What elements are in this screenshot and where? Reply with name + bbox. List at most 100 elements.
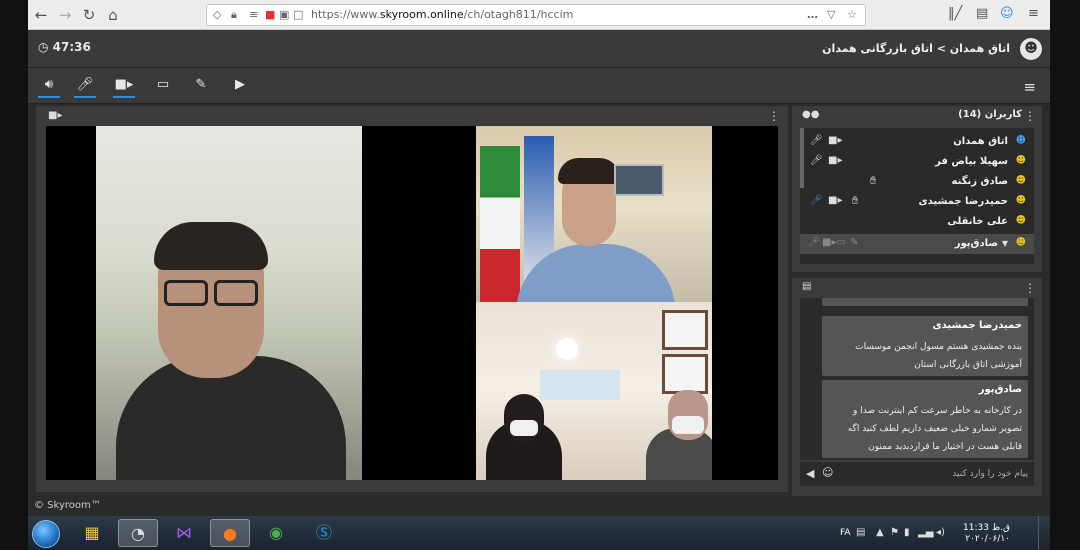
file-explorer-icon[interactable]: ▦	[72, 519, 112, 547]
whiteboard-icon[interactable]: ✎	[190, 76, 212, 98]
glasses-left	[164, 280, 208, 306]
star-icon[interactable]: ☆	[847, 8, 857, 21]
language-indicator[interactable]: FA	[840, 528, 851, 538]
kebab-menu-icon[interactable]: ⋮	[768, 109, 780, 123]
show-desktop-button[interactable]	[1038, 516, 1050, 550]
camera-icon[interactable]: ■▸	[822, 237, 836, 248]
speaker-icon[interactable]: 🔊︎	[38, 76, 60, 98]
volume-icon[interactable]: ◂)	[936, 527, 945, 538]
chat-message-input[interactable]	[836, 465, 1028, 483]
microphone-icon[interactable]: 🎤︎	[808, 237, 821, 248]
back-icon[interactable]: ←	[32, 6, 50, 24]
screen-share-icon[interactable]: ▭	[836, 237, 845, 248]
app-footer: © Skyroom™	[28, 496, 1050, 516]
user-row[interactable]: ☻ صادق زنگنه ✋︎	[800, 172, 1034, 192]
chevron-down-icon[interactable]: ▼	[1002, 239, 1008, 248]
kebab-menu-icon[interactable]: ⋮	[1024, 109, 1036, 123]
wall-certificate	[662, 310, 708, 350]
user-icon: ☻	[1015, 175, 1026, 186]
windows-taskbar: ▦ ◔ ⋈ ● ◉ Ⓢ FA ▤ ▲ ⚑ ▮ ▂▄ ◂) 11:33 ق.ظ ۲…	[28, 516, 1050, 550]
user-name: سهیلا بیاض فر	[935, 156, 1008, 167]
chrome-icon[interactable]: ◉	[256, 519, 296, 547]
camera-icon[interactable]: ■▸	[828, 195, 842, 206]
wall-picture	[614, 164, 664, 196]
account-icon[interactable]: ☺	[1000, 6, 1014, 21]
user-avatar-icon[interactable]: ☻	[1020, 38, 1042, 60]
message-text: در کارخانه به خاطر سرعت کم اینترنت صدا و…	[847, 406, 1022, 452]
lamp	[556, 338, 578, 360]
raised-hand-icon[interactable]: ✋︎	[870, 174, 876, 188]
hamburger-menu-icon[interactable]: ≡	[1023, 78, 1036, 96]
video-camera-icon: ■▸	[48, 110, 63, 121]
user-row[interactable]: ☻ علی خانقلی	[800, 212, 1034, 232]
skype-icon[interactable]: Ⓢ	[304, 519, 344, 547]
kebab-menu-icon[interactable]: ⋮	[1024, 281, 1036, 295]
start-button[interactable]	[32, 520, 60, 548]
home-icon[interactable]: ⌂	[104, 6, 122, 24]
clock-date[interactable]: ۲۰۲۰/۰۶/۱۰	[965, 534, 1010, 544]
library-icon[interactable]: ‖╱	[948, 6, 962, 21]
battery-icon[interactable]: ▮	[904, 527, 910, 538]
camera-icon[interactable]: ■▸	[113, 76, 135, 98]
reload-icon[interactable]: ↻	[80, 6, 98, 24]
flag-icon[interactable]: ⚑	[890, 527, 899, 538]
microphone-icon[interactable]: 🎤︎	[810, 155, 823, 166]
pocket-icon[interactable]: ▽	[827, 8, 835, 21]
shield-icon: ◇	[213, 8, 222, 21]
face-mask	[510, 420, 538, 436]
address-bar[interactable]: ◇ 🔒︎ ≡ ■ ▣ □ https://www.skyroom.online/…	[206, 4, 866, 26]
video-tile[interactable]	[476, 302, 712, 480]
glasses-right	[214, 280, 258, 306]
person-hair	[558, 158, 620, 184]
whiteboard-icon[interactable]: ✎	[850, 237, 858, 248]
more-icon[interactable]: …	[807, 8, 818, 21]
chat-message: حمیدرضا جمشیدی بنده جمشیدی هستم مسول انج…	[822, 316, 1028, 376]
user-name: صادق زنگنه	[951, 176, 1008, 187]
emoji-icon[interactable]: ☺	[822, 466, 833, 479]
user-icon: ☻	[1015, 215, 1026, 226]
media-player-icon[interactable]: ◔	[118, 519, 158, 547]
microphone-active-icon[interactable]: 🎤︎	[810, 195, 823, 206]
user-name: صادق‌پور	[954, 238, 998, 249]
video-stage	[46, 126, 778, 480]
send-icon[interactable]: ◀	[806, 467, 814, 480]
sidebar-icon[interactable]: ▤	[976, 6, 988, 21]
breadcrumb: اتاق همدان > اتاق بازرگانی همدان	[822, 42, 1010, 55]
camera-icon[interactable]: ■▸	[828, 155, 842, 166]
screen-sharing-icon[interactable]: ▣	[279, 8, 289, 21]
user-name: حمیدرضا جمشیدی	[918, 196, 1008, 207]
message-author: حمیدرضا جمشیدی	[932, 320, 1022, 331]
clock-time[interactable]: 11:33 ق.ظ	[963, 523, 1010, 533]
screen-share-icon[interactable]: ▭	[152, 76, 174, 98]
visual-studio-icon[interactable]: ⋈	[164, 519, 204, 547]
user-row[interactable]: ☻ اتاق همدان 🎤︎ ■▸	[800, 132, 1034, 152]
microphone-icon[interactable]: 🎤︎	[810, 135, 823, 146]
camera-sharing-icon[interactable]: ■	[265, 8, 275, 21]
camera-icon[interactable]: ■▸	[828, 135, 842, 146]
lock-icon: 🔒︎	[231, 8, 237, 21]
user-row[interactable]: ☻ سهیلا بیاض فر 🎤︎ ■▸	[800, 152, 1034, 172]
permissions-icon[interactable]: ≡	[249, 8, 258, 21]
video-tile[interactable]	[476, 126, 712, 302]
user-row-selected[interactable]: ☻ صادق‌پور ▼ 🎤︎ ■▸ ▭ ✎	[800, 234, 1034, 254]
microphone-icon[interactable]: 🎤︎	[74, 76, 96, 98]
show-hidden-icons[interactable]: ▲	[876, 527, 884, 538]
user-icon: ☻	[1015, 155, 1026, 166]
video-panel: ■▸ ⋮	[36, 106, 788, 492]
face-mask	[672, 416, 704, 434]
user-icon: ☻	[1015, 237, 1026, 248]
signal-icon[interactable]: ▂▄	[918, 527, 933, 538]
raised-hand-icon[interactable]: ✋︎	[852, 194, 858, 208]
notification-icon[interactable]: □	[293, 8, 303, 21]
wall-certificate	[662, 354, 708, 394]
forward-icon[interactable]: →	[56, 6, 74, 24]
wall-poster	[540, 370, 620, 400]
media-icon[interactable]: ▶	[229, 76, 251, 98]
keyboard-icon[interactable]: ▤	[856, 527, 865, 538]
user-row[interactable]: ☻ حمیدرضا جمشیدی 🎤︎ ■▸ ✋︎	[800, 192, 1034, 212]
video-tile[interactable]	[96, 126, 362, 480]
media-toolbar: 🔊︎ 🎤︎ ■▸ ▭ ✎ ▶ ≡	[28, 68, 1050, 104]
firefox-icon[interactable]: ●	[210, 519, 250, 547]
skyroom-app: ◷ 47:36 اتاق همدان > اتاق بازرگانی همدان…	[28, 30, 1050, 516]
browser-menu-icon[interactable]: ≡	[1028, 6, 1039, 21]
